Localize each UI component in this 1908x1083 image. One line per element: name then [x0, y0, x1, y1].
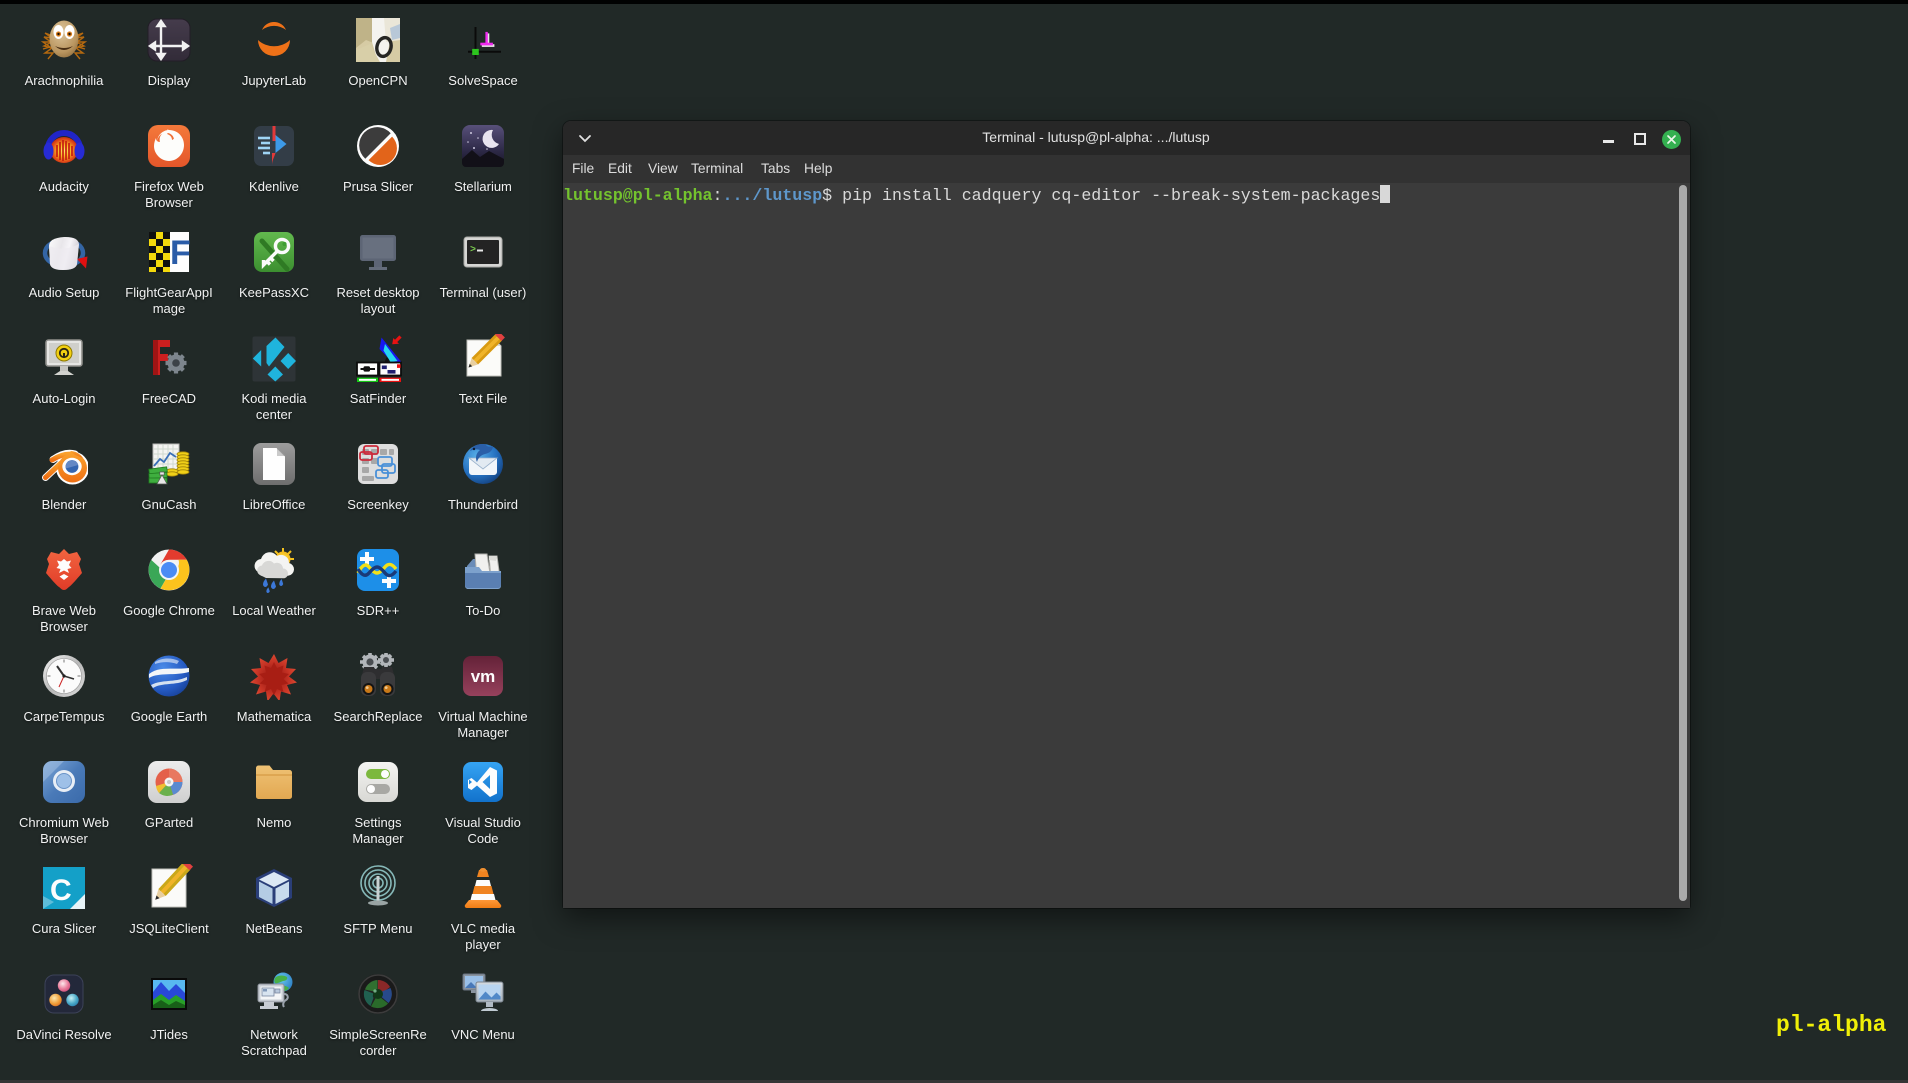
svg-text:vm: vm	[471, 667, 496, 686]
svg-text:F: F	[170, 234, 191, 272]
svg-text:>: >	[470, 245, 476, 256]
svg-text:C: C	[50, 874, 72, 907]
